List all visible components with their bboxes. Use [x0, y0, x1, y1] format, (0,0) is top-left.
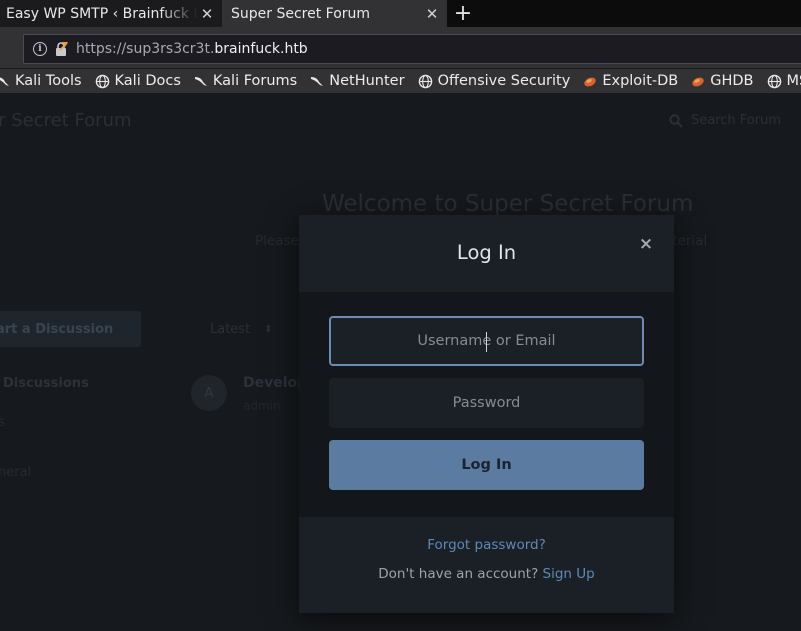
- globe-icon: [95, 74, 109, 88]
- avatar: A: [191, 375, 227, 411]
- login-submit-button[interactable]: Log In: [329, 440, 644, 490]
- bookmarks-toolbar: Kali Tools Kali Docs Kali Forums NetHunt…: [0, 69, 801, 93]
- bookmark-label: GHDB: [710, 73, 754, 89]
- kali-dragon-icon: [311, 77, 324, 86]
- bookmark-kali-forums[interactable]: Kali Forums: [194, 73, 297, 89]
- url-host: brainfuck.htb: [214, 41, 308, 57]
- login-modal: Log In × Log In Forgot password? Don't h…: [299, 215, 674, 613]
- discussion-meta: admin: [243, 399, 281, 413]
- bookmark-label: Exploit-DB: [602, 73, 679, 89]
- site-info-icon[interactable]: i: [33, 42, 47, 56]
- exploit-db-bug-icon: [692, 77, 704, 87]
- modal-body: Log In: [299, 292, 674, 517]
- tab-title: Super Secret Forum: [231, 5, 371, 22]
- hero-subtitle: Please: [255, 233, 299, 249]
- all-discussions-nav: Discussions: [3, 376, 89, 391]
- forum-brand: er Secret Forum: [0, 110, 132, 131]
- insecure-lock-icon[interactable]: [54, 41, 68, 57]
- new-tab-plus-icon[interactable]: +: [452, 0, 474, 27]
- bookmark-nethunter[interactable]: NetHunter: [310, 73, 405, 89]
- bookmark-kali-tools[interactable]: Kali Tools: [0, 73, 82, 89]
- browser-tab-super-secret-forum[interactable]: Super Secret Forum ✕: [222, 0, 447, 27]
- signup-prompt: Don't have an account? Sign Up: [299, 566, 674, 582]
- exploit-db-bug-icon: [584, 77, 597, 87]
- bookmark-offensive-security[interactable]: Offensive Security: [418, 73, 571, 89]
- general-tag-nav: neral: [0, 465, 32, 480]
- bookmark-label: MSFU: [786, 73, 801, 89]
- forum-header: er Secret Forum Search Forum: [0, 93, 801, 149]
- sort-caret-icon: ⬍: [264, 323, 273, 335]
- sort-dropdown: Latest ⬍: [195, 313, 295, 345]
- forum-search: Search Forum: [669, 113, 781, 128]
- forgot-password-link[interactable]: Forgot password?: [299, 537, 674, 553]
- url-prefix: https://sup3rs3cr3t.: [76, 41, 215, 57]
- close-tab-icon[interactable]: ✕: [423, 5, 441, 23]
- browser-tab-bar: Easy WP SMTP ‹ Brainfuck L ✕ Super Secre…: [0, 0, 801, 27]
- tags-nav: s: [0, 415, 5, 430]
- modal-title: Log In: [456, 241, 517, 264]
- bookmark-label: NetHunter: [329, 73, 405, 89]
- sign-up-link[interactable]: Sign Up: [543, 566, 595, 582]
- password-input[interactable]: [329, 378, 644, 428]
- bookmark-kali-docs[interactable]: Kali Docs: [95, 73, 181, 89]
- bookmark-exploit-db[interactable]: Exploit-DB: [583, 73, 678, 89]
- tab-title: Easy WP SMTP ‹ Brainfuck L: [6, 5, 198, 22]
- bookmark-label: Offensive Security: [437, 73, 571, 89]
- search-placeholder: Search Forum: [691, 113, 782, 128]
- discussion-title: Develop: [243, 375, 308, 391]
- globe-icon: [418, 74, 432, 88]
- text-cursor: [486, 332, 487, 352]
- globe-icon: [767, 74, 781, 88]
- close-icon[interactable]: ×: [637, 234, 655, 254]
- url-text: https://sup3rs3cr3t.brainfuck.htb: [76, 41, 308, 57]
- start-discussion-button: art a Discussion: [0, 311, 141, 347]
- modal-header: Log In ×: [299, 215, 674, 292]
- modal-footer: Forgot password? Don't have an account? …: [299, 517, 674, 613]
- bookmark-msfu[interactable]: MSFU: [767, 73, 801, 89]
- browser-tab-easy-wp-smtp[interactable]: Easy WP SMTP ‹ Brainfuck L ✕: [0, 0, 222, 27]
- bookmark-ghdb[interactable]: GHDB: [691, 73, 754, 89]
- signup-prompt-text: Don't have an account?: [378, 566, 539, 582]
- hero-title: Welcome to Super Secret Forum: [322, 191, 694, 217]
- close-tab-icon[interactable]: ✕: [198, 5, 216, 23]
- kali-dragon-icon: [0, 77, 9, 86]
- search-icon: [669, 113, 683, 128]
- kali-dragon-icon: [194, 77, 207, 86]
- bookmark-label: Kali Docs: [114, 73, 181, 89]
- browser-nav-bar: i https://sup3rs3cr3t.brainfuck.htb: [0, 27, 801, 69]
- sort-label: Latest: [210, 321, 251, 337]
- bookmark-label: Kali Tools: [15, 73, 82, 89]
- address-bar[interactable]: i https://sup3rs3cr3t.brainfuck.htb: [23, 34, 801, 64]
- bookmark-label: Kali Forums: [212, 73, 298, 89]
